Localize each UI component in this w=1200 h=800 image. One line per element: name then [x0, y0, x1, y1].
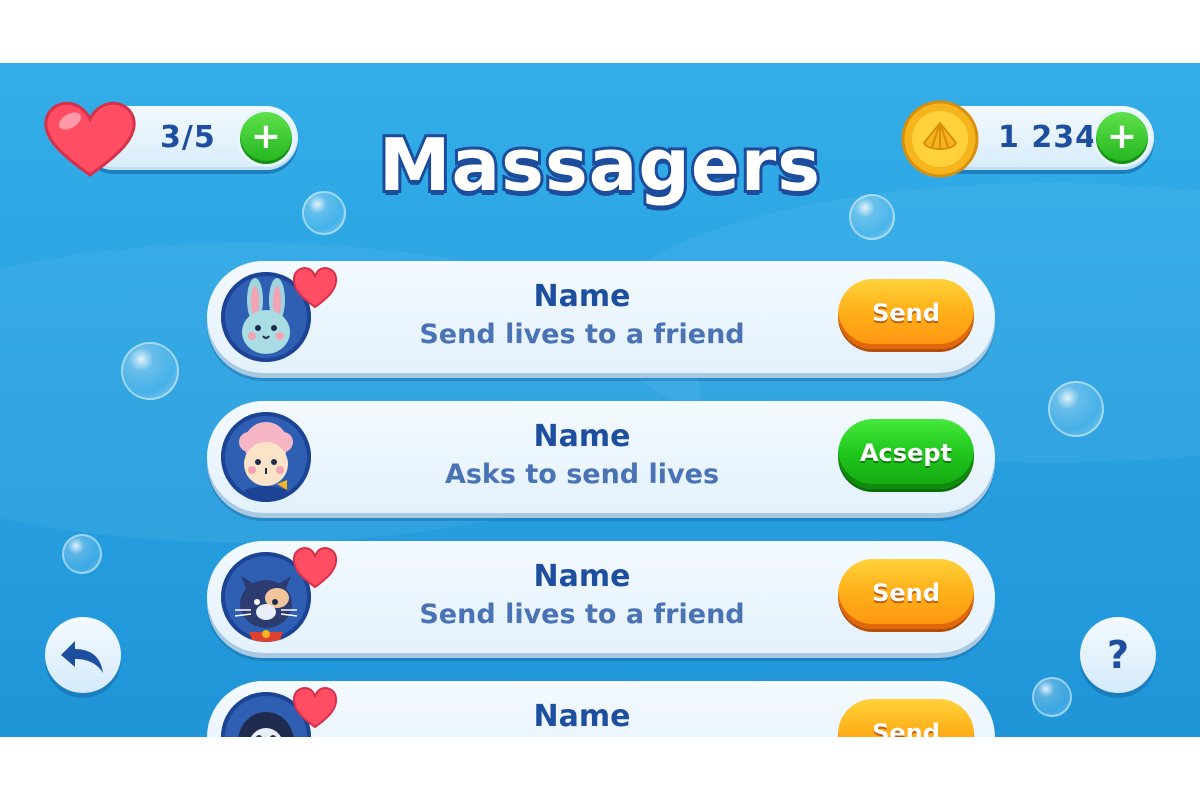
page-title: Massagers [376, 120, 823, 210]
help-button[interactable]: ? [1080, 617, 1156, 693]
message-text: Send lives to a friend [419, 319, 745, 350]
game-screen: 3/5 + 1 234 + Massagers Name Send lives … [0, 63, 1200, 737]
help-label: ? [1106, 633, 1130, 677]
message-text: Asks to send lives [444, 459, 720, 490]
send-button[interactable]: Send [838, 559, 974, 629]
message-card: Name Send lives to a friend Send [207, 261, 995, 373]
friend-name: Name [533, 699, 631, 734]
friend-name: Name [533, 419, 631, 454]
bubble-decoration [121, 342, 179, 400]
heart-icon [292, 687, 338, 729]
back-arrow-icon [61, 641, 103, 673]
send-button[interactable]: Send [838, 279, 974, 349]
back-button[interactable] [45, 617, 121, 693]
friend-name: Name [533, 279, 631, 314]
bubble-decoration [62, 534, 102, 574]
heart-icon [292, 547, 338, 589]
accept-button[interactable]: Acsept [838, 419, 974, 489]
message-card: Name Send lives to a friend Send [207, 541, 995, 653]
sheep-avatar [221, 412, 311, 502]
message-card: Name Send [207, 681, 995, 737]
friend-name: Name [533, 559, 631, 594]
message-card: Name Asks to send lives Acsept [207, 401, 995, 513]
bubble-decoration [1048, 381, 1104, 437]
bubble-decoration [1032, 677, 1072, 717]
heart-icon [292, 267, 338, 309]
message-text: Send lives to a friend [419, 599, 745, 630]
send-button[interactable]: Send [838, 699, 974, 737]
